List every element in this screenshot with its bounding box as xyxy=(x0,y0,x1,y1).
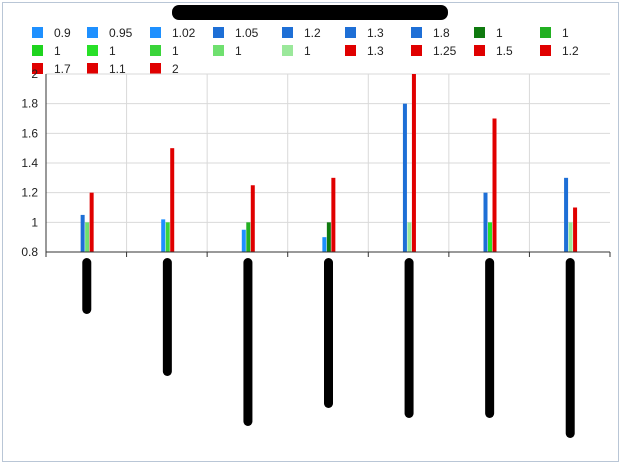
legend-swatch xyxy=(213,45,224,56)
y-tick-label: 1 xyxy=(31,215,38,229)
legend-label: 1 xyxy=(235,44,242,58)
legend-label: 1.02 xyxy=(172,26,196,40)
chart-title: Minutes per Phase OR 1,2,3,4 xyxy=(172,4,448,20)
y-tick-label: 1.4 xyxy=(21,156,38,170)
legend-label: 1 xyxy=(109,44,116,58)
bar xyxy=(161,219,166,252)
legend-swatch xyxy=(411,45,422,56)
category-label-redaction xyxy=(324,258,333,408)
category-label-redaction xyxy=(565,258,575,438)
legend-swatch xyxy=(540,45,551,56)
legend-label: 1 xyxy=(172,44,179,58)
legend-label: 0.9 xyxy=(54,26,71,40)
legend-swatch xyxy=(213,27,224,38)
bar xyxy=(407,222,412,252)
legend-swatch xyxy=(87,45,98,56)
legend-swatch xyxy=(32,45,43,56)
legend-swatch xyxy=(150,45,161,56)
legend-swatch xyxy=(540,27,551,38)
legend-label: 1.2 xyxy=(304,26,321,40)
legend-label: 1.3 xyxy=(367,26,384,40)
legend-swatch xyxy=(150,27,161,38)
category-label-redaction xyxy=(162,258,172,376)
bar xyxy=(568,222,573,252)
bar xyxy=(564,177,569,252)
legend-label: 0.95 xyxy=(109,26,133,40)
legend-swatch xyxy=(474,27,485,38)
bar xyxy=(492,118,497,252)
legend-label: 1.2 xyxy=(562,44,579,58)
category-label-redaction xyxy=(243,258,253,426)
bar xyxy=(241,229,246,252)
legend-swatch xyxy=(345,45,356,56)
legend-label: 1.8 xyxy=(433,26,450,40)
bar xyxy=(250,185,255,252)
legend-swatch xyxy=(150,63,161,74)
legend-label: 1.25 xyxy=(433,44,457,58)
legend-swatch xyxy=(87,63,98,74)
bar xyxy=(411,74,416,252)
category-labels xyxy=(82,258,575,438)
bar xyxy=(165,222,170,252)
bar xyxy=(170,148,175,252)
legend-label: 1.5 xyxy=(496,44,513,58)
legend-label: 1.3 xyxy=(367,44,384,58)
bar xyxy=(331,177,336,252)
chart-title-text: Minutes per Phase OR 1,2,3,4 xyxy=(212,4,408,20)
legend-swatch xyxy=(32,27,43,38)
legend-label: 1.05 xyxy=(235,26,259,40)
category-label-redaction xyxy=(404,258,414,418)
bar xyxy=(488,222,493,252)
legend-swatch xyxy=(345,27,356,38)
y-tick-label: 1.6 xyxy=(21,126,38,140)
bar xyxy=(80,214,85,252)
bar xyxy=(89,192,94,252)
bar xyxy=(573,207,578,252)
bar xyxy=(483,192,488,252)
legend-swatch xyxy=(282,27,293,38)
bar-chart: Minutes per Phase OR 1,2,3,4 0.9 0.95 1.02… xyxy=(21,4,611,438)
y-tick-label: 1.8 xyxy=(21,97,38,111)
bar xyxy=(326,222,331,252)
y-tick-label: 2 xyxy=(31,67,38,81)
category-label-redaction xyxy=(485,258,495,418)
bar xyxy=(246,222,251,252)
bar xyxy=(85,222,90,252)
legend-swatch xyxy=(87,27,98,38)
y-tick-label: 0.8 xyxy=(21,245,38,259)
category-label-redaction xyxy=(82,258,92,314)
legend-label: 1 xyxy=(496,26,503,40)
legend: 0.9 0.95 1.02 1.05 1.2 1.3 1.8 1 1 1 1 1 1 1 1.3 1.25 1.… xyxy=(32,26,579,76)
legend-label: 1 xyxy=(54,44,61,58)
legend-swatch xyxy=(411,27,422,38)
legend-swatch xyxy=(474,45,485,56)
y-tick-label: 1.2 xyxy=(21,186,38,200)
grid: 0.8 1 1.2 1.4 1.6 1.8 2 xyxy=(21,67,610,259)
legend-label: 1 xyxy=(304,44,311,58)
bar xyxy=(402,103,407,253)
legend-label: 1 xyxy=(562,26,569,40)
legend-swatch xyxy=(282,45,293,56)
bar xyxy=(322,237,327,252)
